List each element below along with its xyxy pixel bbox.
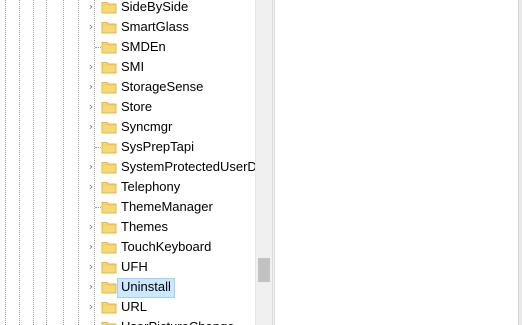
tree-item[interactable]: › Telephony (0, 177, 255, 197)
tree-item-label[interactable]: Uninstall (117, 278, 175, 298)
chevron-right-icon[interactable]: › (86, 281, 96, 293)
folder-icon (101, 60, 117, 74)
tree-item-label[interactable]: SMI (119, 58, 146, 76)
tree-item[interactable]: SMDEn (0, 37, 255, 57)
tree-item-label[interactable]: SmartGlass (119, 18, 191, 36)
tree-item-label[interactable]: Themes (119, 218, 170, 236)
values-pane-scrollbar-edge[interactable] (518, 0, 522, 325)
tree-item-label[interactable]: SystemProtectedUserD (119, 158, 255, 176)
tree-item-label[interactable]: URL (119, 298, 149, 316)
chevron-right-icon[interactable]: › (86, 81, 96, 93)
tree-item-label[interactable]: SideBySide (119, 0, 190, 16)
registry-values-pane[interactable] (275, 0, 518, 325)
folder-icon (101, 240, 117, 254)
folder-icon (101, 20, 117, 34)
tree-item-label[interactable]: TouchKeyboard (119, 238, 213, 256)
tree-item-label[interactable]: UserPictureChange (119, 318, 236, 325)
chevron-right-icon[interactable]: › (86, 261, 96, 273)
tree-item-label[interactable]: SysPrepTapi (119, 138, 196, 156)
tree-item[interactable]: › Syncmgr (0, 117, 255, 137)
tree-item-label[interactable]: SMDEn (119, 38, 168, 56)
tree-item[interactable]: › UFH (0, 257, 255, 277)
tree-vertical-scrollbar[interactable] (255, 0, 272, 325)
folder-icon (101, 280, 117, 294)
registry-tree-pane[interactable]: › SideBySide › SmartGlass SMDEn › SMI › StorageS… (0, 0, 255, 325)
chevron-right-icon[interactable]: › (86, 61, 96, 73)
tree-item[interactable]: › SideBySide (0, 0, 255, 17)
tree-item-label[interactable]: UFH (119, 258, 150, 276)
folder-icon (101, 120, 117, 134)
tree-item[interactable]: › SmartGlass (0, 17, 255, 37)
tree-item[interactable]: › Themes (0, 217, 255, 237)
chevron-right-icon[interactable]: › (86, 301, 96, 313)
folder-icon (101, 100, 117, 114)
tree-item-label[interactable]: ThemeManager (119, 198, 215, 216)
chevron-right-icon[interactable]: › (86, 121, 96, 133)
tree-item-label[interactable]: Syncmgr (119, 118, 174, 136)
folder-icon (101, 160, 117, 174)
tree-item[interactable]: › SMI (0, 57, 255, 77)
folder-icon (101, 300, 117, 314)
folder-icon (101, 200, 117, 214)
folder-icon (101, 260, 117, 274)
tree-item[interactable]: › URL (0, 297, 255, 317)
folder-icon (101, 80, 117, 94)
tree-item-label[interactable]: StorageSense (119, 78, 205, 96)
folder-icon (101, 180, 117, 194)
chevron-right-icon[interactable]: › (86, 1, 96, 13)
tree-item[interactable]: › StorageSense (0, 77, 255, 97)
chevron-right-icon[interactable]: › (86, 21, 96, 33)
tree-item[interactable]: ThemeManager (0, 197, 255, 217)
folder-icon (101, 0, 117, 14)
folder-icon (101, 40, 117, 54)
registry-key-list: › SideBySide › SmartGlass SMDEn › SMI › StorageS… (0, 0, 255, 325)
folder-icon (101, 320, 117, 325)
tree-item-label[interactable]: Store (119, 98, 154, 116)
tree-item[interactable]: › TouchKeyboard (0, 237, 255, 257)
tree-item[interactable]: › UserPictureChange (0, 317, 255, 325)
chevron-right-icon[interactable]: › (86, 101, 96, 113)
folder-icon (101, 220, 117, 234)
chevron-right-icon[interactable]: › (86, 221, 96, 233)
folder-icon (101, 140, 117, 154)
tree-item[interactable]: › Uninstall (0, 277, 255, 298)
tree-item[interactable]: › Store (0, 97, 255, 117)
tree-item-label[interactable]: Telephony (119, 178, 182, 196)
tree-item[interactable]: › SystemProtectedUserD (0, 157, 255, 177)
chevron-right-icon[interactable]: › (86, 241, 96, 253)
chevron-right-icon[interactable]: › (86, 161, 96, 173)
chevron-right-icon[interactable]: › (86, 321, 96, 325)
tree-item[interactable]: SysPrepTapi (0, 137, 255, 157)
registry-editor-window: › SideBySide › SmartGlass SMDEn › SMI › StorageS… (0, 0, 522, 325)
scrollbar-thumb[interactable] (258, 258, 270, 282)
chevron-right-icon[interactable]: › (86, 181, 96, 193)
